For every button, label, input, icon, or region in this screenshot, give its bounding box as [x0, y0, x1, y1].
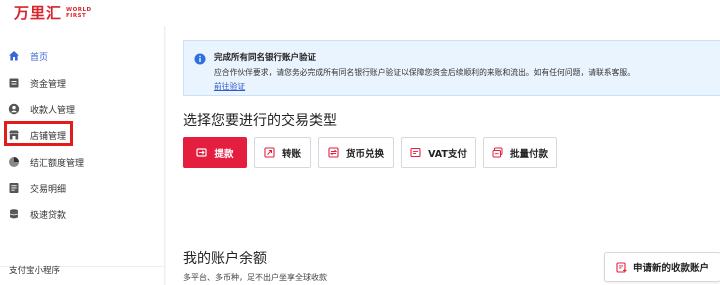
- withdraw-button[interactable]: 提款: [183, 137, 247, 168]
- sidebar-section-label[interactable]: 支付宝小程序: [9, 264, 60, 276]
- sidebar: 首页 资金管理 收款人管理 店铺管理 结汇额度管理 交易明细 极速贷款 支付宝小…: [0, 26, 165, 285]
- transfer-button[interactable]: 转账: [254, 137, 311, 168]
- list-icon: [8, 182, 20, 194]
- database-icon: [8, 208, 20, 220]
- sidebar-item-label: 资金管理: [30, 79, 67, 90]
- apply-account-icon: [616, 261, 627, 273]
- notice-text: 应合作伙伴要求，请您务必完成所有同名银行账户验证以保障您资金后续顺利的来账和流出…: [214, 68, 636, 77]
- brand-name-en: WORLD FIRST: [66, 7, 92, 19]
- vat-icon: [410, 147, 421, 158]
- withdraw-label: 提款: [214, 148, 234, 160]
- brand-name-en-line2: FIRST: [66, 12, 87, 19]
- sidebar-item-label: 首页: [30, 52, 49, 63]
- verification-notice: 完成所有同名银行账户验证 应合作伙伴要求，请您务必完成所有同名银行账户验证以保障…: [183, 40, 720, 96]
- sidebar-item-label: 极速贷款: [30, 210, 67, 221]
- transfer-icon: [264, 147, 275, 158]
- transfer-label: 转账: [281, 148, 301, 160]
- user-icon: [8, 103, 20, 115]
- sidebar-item-home[interactable]: 首页: [8, 46, 48, 66]
- home-icon: [8, 50, 20, 62]
- apply-account-button[interactable]: 申请新的收款账户: [604, 252, 720, 282]
- batch-pay-button[interactable]: 批量付款: [483, 137, 557, 168]
- sidebar-item-fx-quota[interactable]: 结汇额度管理: [8, 152, 84, 172]
- batch-pay-label: 批量付款: [509, 148, 548, 160]
- exchange-label: 货币兑换: [345, 148, 384, 160]
- batch-pay-icon: [492, 147, 503, 158]
- vat-pay-button[interactable]: VAT支付: [401, 137, 476, 168]
- brand-logo[interactable]: 万里汇 WORLD FIRST: [14, 2, 92, 23]
- highlight-box: [4, 121, 73, 146]
- sidebar-item-label: 结汇额度管理: [30, 158, 85, 169]
- brand-name-cn: 万里汇: [14, 4, 63, 22]
- balance-title: 我的账户余额: [183, 251, 267, 267]
- top-bar: 万里汇 WORLD FIRST: [0, 0, 720, 26]
- pie-chart-icon: [8, 156, 20, 168]
- info-icon: [194, 50, 206, 69]
- sidebar-item-payee-management[interactable]: 收款人管理: [8, 99, 75, 119]
- exchange-button[interactable]: 货币兑换: [318, 137, 394, 168]
- vat-pay-label: VAT支付: [428, 148, 467, 160]
- transaction-type-title: 选择您要进行的交易类型: [183, 113, 337, 129]
- sidebar-item-transactions[interactable]: 交易明细: [8, 178, 66, 198]
- exchange-icon: [328, 147, 339, 158]
- withdraw-icon: [196, 147, 208, 158]
- balance-subtitle: 多平台、多币种，足不出户坐享全球收款: [183, 273, 327, 282]
- sidebar-item-fast-loan[interactable]: 极速贷款: [8, 204, 66, 224]
- sidebar-item-label: 交易明细: [30, 184, 67, 195]
- sidebar-item-fund-management[interactable]: 资金管理: [8, 73, 66, 93]
- notice-title: 完成所有同名银行账户验证: [214, 53, 317, 63]
- fund-icon: [8, 77, 20, 89]
- sidebar-item-label: 收款人管理: [30, 105, 76, 116]
- verify-link[interactable]: 前往验证: [214, 81, 245, 92]
- apply-account-label: 申请新的收款账户: [632, 263, 709, 274]
- main-content: 完成所有同名银行账户验证 应合作伙伴要求，请您务必完成所有同名银行账户验证以保障…: [166, 26, 720, 285]
